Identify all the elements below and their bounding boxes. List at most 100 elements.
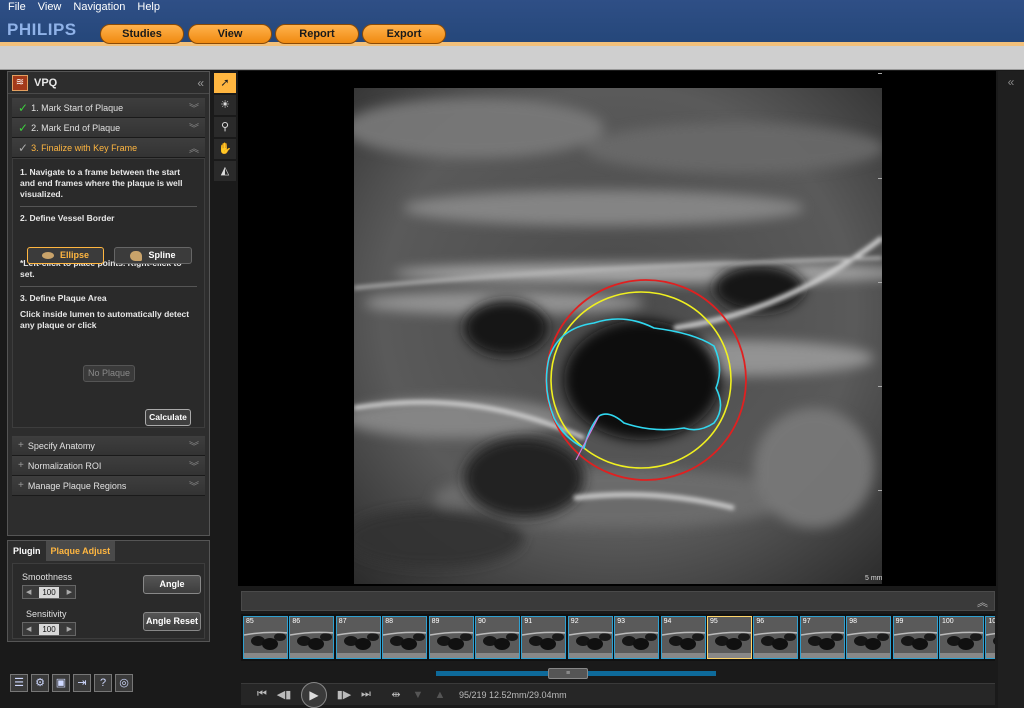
smoothness-value[interactable]: 100 [39,586,59,598]
frame-number: 91 [524,618,533,625]
divider [20,206,197,207]
tab-view[interactable]: View [188,24,272,44]
chevron-down-icon: ︾ [189,482,199,493]
section-specify-anatomy[interactable]: + Specify Anatomy ︾ [12,436,205,456]
application-window: File View Navigation Help PHILIPS Studie… [0,0,1024,708]
settings-gear-icon[interactable]: ⚙ [31,674,49,692]
section-label: Specify Anatomy [27,440,95,451]
plaque-area-heading: 3. Define Plaque Area [20,293,107,303]
filmstrip-thumbnail[interactable]: 89 [428,616,474,659]
smoothness-label: Smoothness [22,572,73,582]
no-plaque-button[interactable]: No Plaque [83,365,135,382]
exit-icon[interactable]: ⇥ [73,674,91,692]
filmstrip-thumbnail[interactable]: 99 [892,616,938,659]
menu-navigation[interactable]: Navigation [73,0,125,14]
chevron-down-icon: ︾ [189,104,199,115]
increment-arrow-icon[interactable]: ▶ [67,588,72,596]
frame-number: 95 [710,618,718,625]
plaque-adjust-body: Smoothness ◀ 100 ▶ Sensitivity ◀ 100 ▶ A… [12,563,205,639]
frame-scrollbar[interactable]: ≡ [241,668,995,680]
menu-view[interactable]: View [38,0,62,14]
first-frame-icon[interactable]: ⏮ [251,688,273,701]
filmstrip-thumbnail[interactable]: 97 [799,616,845,659]
smoothness-stepper[interactable]: ◀ 100 ▶ [22,585,76,599]
pan-hand-tool-icon[interactable]: ✋ [214,139,236,159]
collapse-right-panel-icon[interactable]: « [998,71,1024,708]
filmstrip-thumbnail[interactable]: 87 [335,616,381,659]
previous-frame-icon[interactable]: ◀▮ [273,688,295,701]
angle-button[interactable]: Angle [143,575,201,594]
ultrasound-image[interactable] [354,88,882,584]
range-marker-icon[interactable]: ⇹ [385,688,407,701]
save-disk-icon[interactable]: ▣ [52,674,70,692]
down-arrow-icon[interactable]: ▼ [407,689,429,701]
checkmark-icon: ✓ [18,120,29,135]
scroll-thumb[interactable]: ≡ [548,668,588,679]
panel-title: VPQ [34,76,58,89]
next-frame-icon[interactable]: ▮▶ [333,688,355,701]
filmstrip-thumbnail[interactable]: 93 [614,616,660,659]
depth-tick [878,73,882,74]
help-icon[interactable]: ? [94,674,112,692]
decrement-arrow-icon[interactable]: ◀ [26,588,31,596]
depth-tick [878,178,882,179]
instruction-navigate: 1. Navigate to a frame between the start… [20,167,183,199]
filmstrip-thumbnail[interactable]: 86 [289,616,335,659]
flip-tool-icon[interactable]: ◭ [214,161,236,181]
decrement-arrow-icon[interactable]: ◀ [26,625,31,633]
title-bar: File View Navigation Help PHILIPS Studie… [0,0,1024,46]
angle-reset-button[interactable]: Angle Reset [143,612,201,631]
filmstrip-thumbnail[interactable]: 98 [846,616,892,659]
filmstrip-thumbnail[interactable]: 10 [985,616,995,659]
pointer-tool-icon[interactable]: ➚ [214,73,236,93]
search-icon[interactable]: ◎ [115,674,133,692]
panel-header: ≋ VPQ « [8,72,209,94]
filmstrip-thumbnail[interactable]: 92 [567,616,613,659]
list-icon[interactable]: ☰ [10,674,28,692]
filmstrip-thumbnail[interactable]: 88 [382,616,428,659]
collapse-filmstrip-icon[interactable]: ︽ [977,594,988,610]
increment-arrow-icon[interactable]: ▶ [67,625,72,633]
tab-plaque-adjust[interactable]: Plaque Adjust [45,541,116,561]
filmstrip-thumbnail[interactable]: 85 [243,616,288,659]
filmstrip-thumbnail[interactable]: 96 [753,616,799,659]
play-icon[interactable]: ▶ [301,681,327,708]
filmstrip-thumbnail[interactable]: 90 [475,616,520,659]
filmstrip-thumbnail[interactable]: 94 [660,616,706,659]
frame-number: 90 [478,618,486,625]
filmstrip-thumbnail[interactable]: 91 [521,616,567,659]
filmstrip-thumbnail[interactable]: 95 [707,616,752,659]
sensitivity-stepper[interactable]: ◀ 100 ▶ [22,622,76,636]
menu-help[interactable]: Help [137,0,160,14]
tab-studies[interactable]: Studies [100,24,184,44]
step-finalize[interactable]: ✓ 3. Finalize with Key Frame ︽ [12,138,205,158]
chevron-down-icon: ︾ [189,124,199,135]
sensitivity-value[interactable]: 100 [39,623,59,635]
frame-number: 96 [756,618,765,625]
frame-number: 92 [570,618,579,625]
up-arrow-icon[interactable]: ▲ [429,689,451,701]
collapse-panel-icon[interactable]: « [197,76,209,90]
calculate-button[interactable]: Calculate [145,409,191,426]
finalize-step-body: 1. Navigate to a frame between the start… [12,158,205,428]
spline-label: Spline [148,250,176,260]
section-normalization-roi[interactable]: + Normalization ROI ︾ [12,456,205,476]
step-mark-start[interactable]: ✓ 1. Mark Start of Plaque ︾ [12,98,205,118]
spline-button[interactable]: Spline [114,247,192,264]
image-viewer[interactable]: 5 mm [238,71,996,586]
last-frame-icon[interactable]: ⏭ [355,688,377,701]
step-label: 2. Mark End of Plaque [31,122,121,133]
ellipse-button[interactable]: Ellipse [27,247,104,264]
menu-file[interactable]: File [8,0,26,14]
brightness-tool-icon[interactable]: ☀ [214,95,236,115]
chevron-up-icon: ︽ [189,144,199,155]
tab-report[interactable]: Report [275,24,359,44]
step-mark-end[interactable]: ✓ 2. Mark End of Plaque ︾ [12,118,205,138]
zoom-tool-icon[interactable]: ⚲ [214,117,236,137]
vpq-panel: ≋ VPQ « ✓ 1. Mark Start of Plaque ︾ ✓ 2.… [7,71,210,536]
tab-export[interactable]: Export [362,24,446,44]
filmstrip-thumbnail[interactable]: 100 [939,616,984,659]
tab-plugin[interactable]: Plugin [8,541,46,561]
section-manage-plaque-regions[interactable]: + Manage Plaque Regions ︾ [12,476,205,496]
scale-label: 5 mm [865,575,883,582]
